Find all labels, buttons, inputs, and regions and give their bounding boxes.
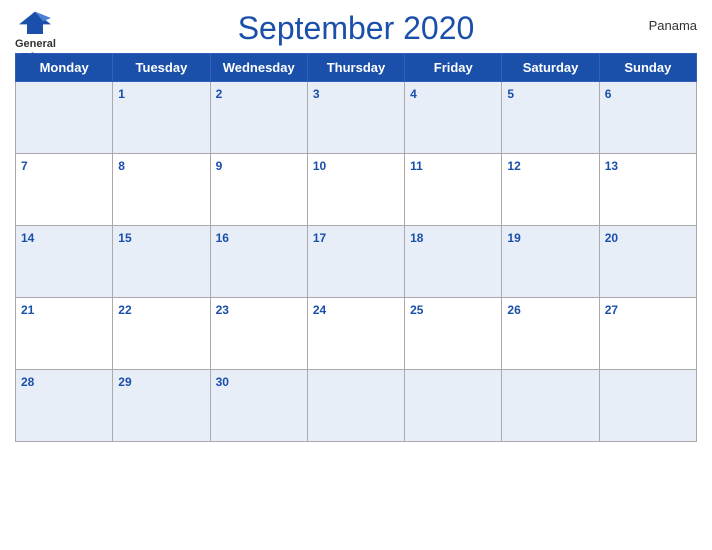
calendar-day-7: 7 [16, 154, 113, 226]
calendar-table: MondayTuesdayWednesdayThursdayFridaySatu… [15, 53, 697, 442]
calendar-day-16: 16 [210, 226, 307, 298]
calendar-day-18: 18 [405, 226, 502, 298]
calendar-day-9: 9 [210, 154, 307, 226]
page-title: September 2020 [238, 10, 475, 47]
day-number: 20 [605, 231, 618, 245]
day-number: 27 [605, 303, 618, 317]
calendar-day-8: 8 [113, 154, 210, 226]
calendar-day-5: 5 [502, 82, 599, 154]
calendar-week-row: 1 2 3 4 5 6 [16, 82, 697, 154]
calendar-day-1: 1 [113, 82, 210, 154]
calendar-day-10: 10 [307, 154, 404, 226]
day-number: 29 [118, 375, 131, 389]
day-number: 23 [216, 303, 229, 317]
calendar-day-24: 24 [307, 298, 404, 370]
weekday-header-sunday: Sunday [599, 54, 696, 82]
day-number: 2 [216, 87, 223, 101]
calendar-day-4: 4 [405, 82, 502, 154]
weekday-header-friday: Friday [405, 54, 502, 82]
calendar-day-29: 29 [113, 370, 210, 442]
calendar-day-25: 25 [405, 298, 502, 370]
calendar-day-13: 13 [599, 154, 696, 226]
weekday-header-thursday: Thursday [307, 54, 404, 82]
day-number: 5 [507, 87, 514, 101]
calendar-day-30: 30 [210, 370, 307, 442]
day-number: 10 [313, 159, 326, 173]
weekday-header-wednesday: Wednesday [210, 54, 307, 82]
calendar-day-17: 17 [307, 226, 404, 298]
calendar-day-15: 15 [113, 226, 210, 298]
calendar-header: General Blue September 2020 Panama [15, 10, 697, 47]
day-number: 26 [507, 303, 520, 317]
weekday-header-row: MondayTuesdayWednesdayThursdayFridaySatu… [16, 54, 697, 82]
calendar-day-12: 12 [502, 154, 599, 226]
calendar-empty-day [405, 370, 502, 442]
calendar-empty-day [502, 370, 599, 442]
day-number: 18 [410, 231, 423, 245]
day-number: 13 [605, 159, 618, 173]
calendar-empty-day [307, 370, 404, 442]
day-number: 1 [118, 87, 125, 101]
calendar-day-20: 20 [599, 226, 696, 298]
weekday-header-saturday: Saturday [502, 54, 599, 82]
day-number: 24 [313, 303, 326, 317]
calendar-day-28: 28 [16, 370, 113, 442]
day-number: 3 [313, 87, 320, 101]
calendar-week-row: 28 29 30 [16, 370, 697, 442]
calendar-day-26: 26 [502, 298, 599, 370]
calendar-day-23: 23 [210, 298, 307, 370]
day-number: 6 [605, 87, 612, 101]
calendar-day-11: 11 [405, 154, 502, 226]
calendar-day-22: 22 [113, 298, 210, 370]
calendar-day-14: 14 [16, 226, 113, 298]
calendar-week-row: 7 8 9 10 11 12 13 [16, 154, 697, 226]
country-label: Panama [649, 18, 697, 33]
logo-bird-icon [15, 10, 55, 38]
calendar-day-2: 2 [210, 82, 307, 154]
day-number: 14 [21, 231, 34, 245]
calendar-day-3: 3 [307, 82, 404, 154]
day-number: 12 [507, 159, 520, 173]
day-number: 15 [118, 231, 131, 245]
logo-general-text: General [15, 38, 56, 50]
calendar-day-21: 21 [16, 298, 113, 370]
day-number: 16 [216, 231, 229, 245]
calendar-week-row: 21 22 23 24 25 26 27 [16, 298, 697, 370]
day-number: 19 [507, 231, 520, 245]
day-number: 9 [216, 159, 223, 173]
day-number: 28 [21, 375, 34, 389]
day-number: 21 [21, 303, 34, 317]
calendar-week-row: 14 15 16 17 18 19 20 [16, 226, 697, 298]
day-number: 22 [118, 303, 131, 317]
logo: General Blue [15, 10, 56, 65]
calendar-empty-day [599, 370, 696, 442]
weekday-header-tuesday: Tuesday [113, 54, 210, 82]
calendar-day-19: 19 [502, 226, 599, 298]
day-number: 8 [118, 159, 125, 173]
calendar-empty-day [16, 82, 113, 154]
day-number: 7 [21, 159, 28, 173]
logo-blue-text: Blue [21, 50, 49, 65]
day-number: 17 [313, 231, 326, 245]
calendar-day-6: 6 [599, 82, 696, 154]
day-number: 11 [410, 159, 423, 173]
day-number: 30 [216, 375, 229, 389]
day-number: 4 [410, 87, 417, 101]
calendar-day-27: 27 [599, 298, 696, 370]
day-number: 25 [410, 303, 423, 317]
